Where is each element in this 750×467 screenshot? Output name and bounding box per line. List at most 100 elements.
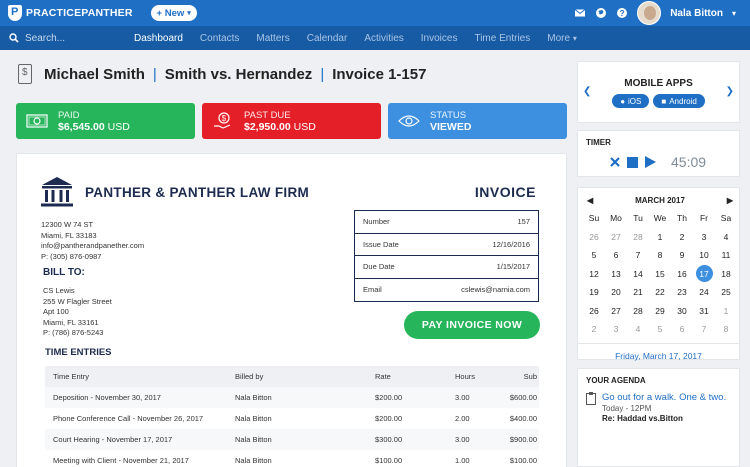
address-line: info@pantherandpanether.com — [41, 241, 145, 250]
calendar-day[interactable]: 29 — [649, 302, 671, 321]
calendar-day[interactable]: 12 — [583, 265, 605, 284]
calendar-day[interactable]: 22 — [649, 283, 671, 302]
nav-item-activities[interactable]: Activities — [364, 33, 403, 44]
stop-icon[interactable] — [627, 156, 638, 168]
calendar-day[interactable]: 30 — [671, 302, 693, 321]
address-line: P: (786) 876-5243 — [43, 328, 104, 337]
nav-item-calendar[interactable]: Calendar — [307, 33, 348, 44]
status-card: STATUS VIEWED — [388, 103, 567, 139]
nav-item-more[interactable]: More ▾ — [547, 33, 577, 44]
calendar-day[interactable]: 23 — [671, 283, 693, 302]
selected-date[interactable]: Friday, March 17, 2017 — [578, 342, 739, 361]
brand-name: PRACTICEPANTHER — [26, 7, 133, 19]
nav-item-dashboard[interactable]: Dashboard — [134, 33, 183, 44]
ios-app-button[interactable]: ● iOS — [612, 94, 650, 108]
play-icon[interactable] — [645, 156, 656, 168]
app-logo[interactable]: PRACTICEPANTHER — [8, 5, 133, 21]
hours-cell: 3.00 — [455, 435, 470, 444]
user-name[interactable]: Nala Bitton — [670, 8, 723, 19]
clipboard-icon — [586, 392, 596, 405]
paid-amount: $6,545.00 — [58, 120, 105, 133]
android-icon: ■ — [661, 96, 667, 106]
pay-invoice-button[interactable]: PAY INVOICE NOW — [404, 311, 540, 339]
nav-item-matters[interactable]: Matters — [256, 33, 289, 44]
contact-name[interactable]: Michael Smith — [44, 66, 145, 83]
meta-row-due-date: Due Date 1/15/2017 — [355, 256, 538, 279]
calendar-day[interactable]: 15 — [649, 265, 671, 284]
help-icon[interactable]: ? — [616, 7, 628, 19]
calendar-day[interactable]: 1 — [715, 302, 737, 321]
calendar-day[interactable]: 31 — [693, 302, 715, 321]
calendar-day[interactable]: 7 — [627, 246, 649, 265]
past-due-label: PAST DUE — [244, 109, 291, 121]
prev-month-icon[interactable]: ◀ — [587, 196, 593, 205]
calendar-day[interactable]: 10 — [693, 246, 715, 265]
calendar-day[interactable]: 16 — [671, 265, 693, 284]
calendar-day[interactable]: 17 — [693, 265, 715, 284]
invoice-preview: PANTHER & PANTHER LAW FIRM INVOICE 12300… — [16, 153, 567, 467]
calendar-day[interactable]: 21 — [627, 283, 649, 302]
title-separator: | — [152, 65, 157, 83]
calendar-day[interactable]: 14 — [627, 265, 649, 284]
calendar-day[interactable]: 1 — [649, 228, 671, 247]
agenda-event-title[interactable]: Go out for a walk. One & two. — [602, 392, 726, 403]
new-button-label: + New — [156, 7, 185, 19]
calendar-day[interactable]: 18 — [715, 265, 737, 284]
sub-cell: $400.00 — [509, 414, 537, 423]
matter-name[interactable]: Smith vs. Hernandez — [165, 66, 313, 83]
chevron-right-icon[interactable]: ❯ — [726, 86, 734, 97]
billed-by-cell: Nala Bitton — [235, 456, 272, 465]
calendar-day[interactable]: 24 — [693, 283, 715, 302]
address-line: 12300 W 74 ST — [41, 220, 94, 229]
nav-item-contacts[interactable]: Contacts — [200, 33, 239, 44]
calendar-day[interactable]: 26 — [583, 228, 605, 247]
agenda-item[interactable]: Go out for a walk. One & two. Today - 12… — [586, 392, 739, 423]
paid-card: PAID $6,545.00 USD — [16, 103, 195, 139]
globe-icon[interactable] — [595, 7, 607, 19]
android-app-button[interactable]: ■ Android — [653, 94, 705, 108]
nav-item-time-entries[interactable]: Time Entries — [474, 33, 530, 44]
courthouse-icon — [41, 177, 73, 207]
calendar-day[interactable]: 5 — [583, 246, 605, 265]
invoice-number-title: Invoice 1-157 — [332, 65, 427, 83]
hours-cell: 3.00 — [455, 393, 470, 402]
avatar[interactable] — [637, 1, 662, 25]
paid-currency: USD — [107, 120, 130, 133]
calendar-day[interactable]: 8 — [715, 320, 737, 339]
calendar-day[interactable]: 4 — [715, 228, 737, 247]
calendar-day[interactable]: 27 — [605, 228, 627, 247]
timer-title: TIMER — [586, 138, 611, 147]
weekday-label: Mo — [610, 213, 622, 224]
table-row: Meeting with Client - November 21, 2017 … — [45, 450, 539, 467]
calendar-day[interactable]: 11 — [715, 246, 737, 265]
calendar-day[interactable]: 2 — [671, 228, 693, 247]
new-button[interactable]: + New ▾ — [150, 5, 197, 21]
calendar-day[interactable]: 8 — [649, 246, 671, 265]
table-row: Phone Conference Call - November 26, 201… — [45, 408, 539, 429]
nav-item-invoices[interactable]: Invoices — [421, 33, 458, 44]
calendar-day[interactable]: 28 — [627, 228, 649, 247]
calendar-day[interactable]: 6 — [671, 320, 693, 339]
next-month-icon[interactable]: ▶ — [727, 196, 733, 205]
calendar-day[interactable]: 26 — [583, 302, 605, 321]
calendar-day[interactable]: 3 — [605, 320, 627, 339]
calendar-day[interactable]: 27 — [605, 302, 627, 321]
calendar-day[interactable]: 3 — [693, 228, 715, 247]
user-menu-caret-icon[interactable]: ▾ — [732, 9, 736, 18]
calendar-day[interactable]: 7 — [693, 320, 715, 339]
calendar-day[interactable]: 19 — [583, 283, 605, 302]
calendar-day[interactable]: 6 — [605, 246, 627, 265]
chevron-left-icon[interactable]: ❮ — [583, 86, 591, 97]
calendar-day[interactable]: 20 — [605, 283, 627, 302]
calendar-day[interactable]: 25 — [715, 283, 737, 302]
calendar-day[interactable]: 28 — [627, 302, 649, 321]
mail-icon[interactable] — [574, 7, 586, 19]
close-icon[interactable] — [610, 157, 620, 167]
calendar-day[interactable]: 13 — [605, 265, 627, 284]
calendar-day[interactable]: 4 — [627, 320, 649, 339]
search-input[interactable]: Search... — [9, 33, 119, 44]
meta-value: cslewis@narnia.com — [461, 285, 530, 295]
calendar-day[interactable]: 5 — [649, 320, 671, 339]
calendar-day[interactable]: 2 — [583, 320, 605, 339]
calendar-day[interactable]: 9 — [671, 246, 693, 265]
